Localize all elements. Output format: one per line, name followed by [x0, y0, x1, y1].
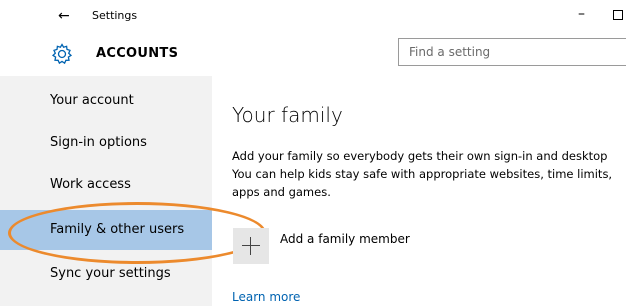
- add-family-member-label[interactable]: Add a family member: [280, 232, 410, 246]
- search-placeholder: Find a setting: [409, 45, 491, 59]
- search-input[interactable]: Find a setting: [398, 38, 626, 66]
- sidebar: Your account Sign-in options Work access…: [0, 76, 212, 306]
- window-title: Settings: [92, 9, 138, 22]
- family-description: Add your family so everybody gets their …: [232, 147, 626, 201]
- minimize-button[interactable]: –: [578, 6, 585, 22]
- sidebar-item-sync-settings[interactable]: Sync your settings: [0, 254, 212, 294]
- gear-icon: [51, 43, 73, 65]
- description-line: Add your family so everybody gets their …: [232, 149, 608, 163]
- sidebar-item-your-account[interactable]: Your account: [0, 81, 212, 121]
- learn-more-link[interactable]: Learn more: [232, 290, 300, 304]
- sidebar-item-work-access[interactable]: Work access: [0, 165, 212, 205]
- back-arrow-icon[interactable]: ←: [58, 8, 70, 24]
- maximize-button[interactable]: [613, 10, 623, 20]
- section-title: ACCOUNTS: [96, 46, 179, 61]
- page-header: ACCOUNTS Find a setting: [0, 34, 626, 76]
- description-line: You can help kids stay safe with appropr…: [232, 167, 613, 181]
- description-line: apps and games.: [232, 185, 331, 199]
- add-family-member-button[interactable]: [233, 228, 269, 264]
- sidebar-item-family-other-users[interactable]: Family & other users: [0, 210, 212, 250]
- sidebar-item-sign-in-options[interactable]: Sign-in options: [0, 123, 212, 163]
- page-title: Your family: [232, 103, 343, 127]
- title-bar: ← Settings –: [0, 0, 626, 34]
